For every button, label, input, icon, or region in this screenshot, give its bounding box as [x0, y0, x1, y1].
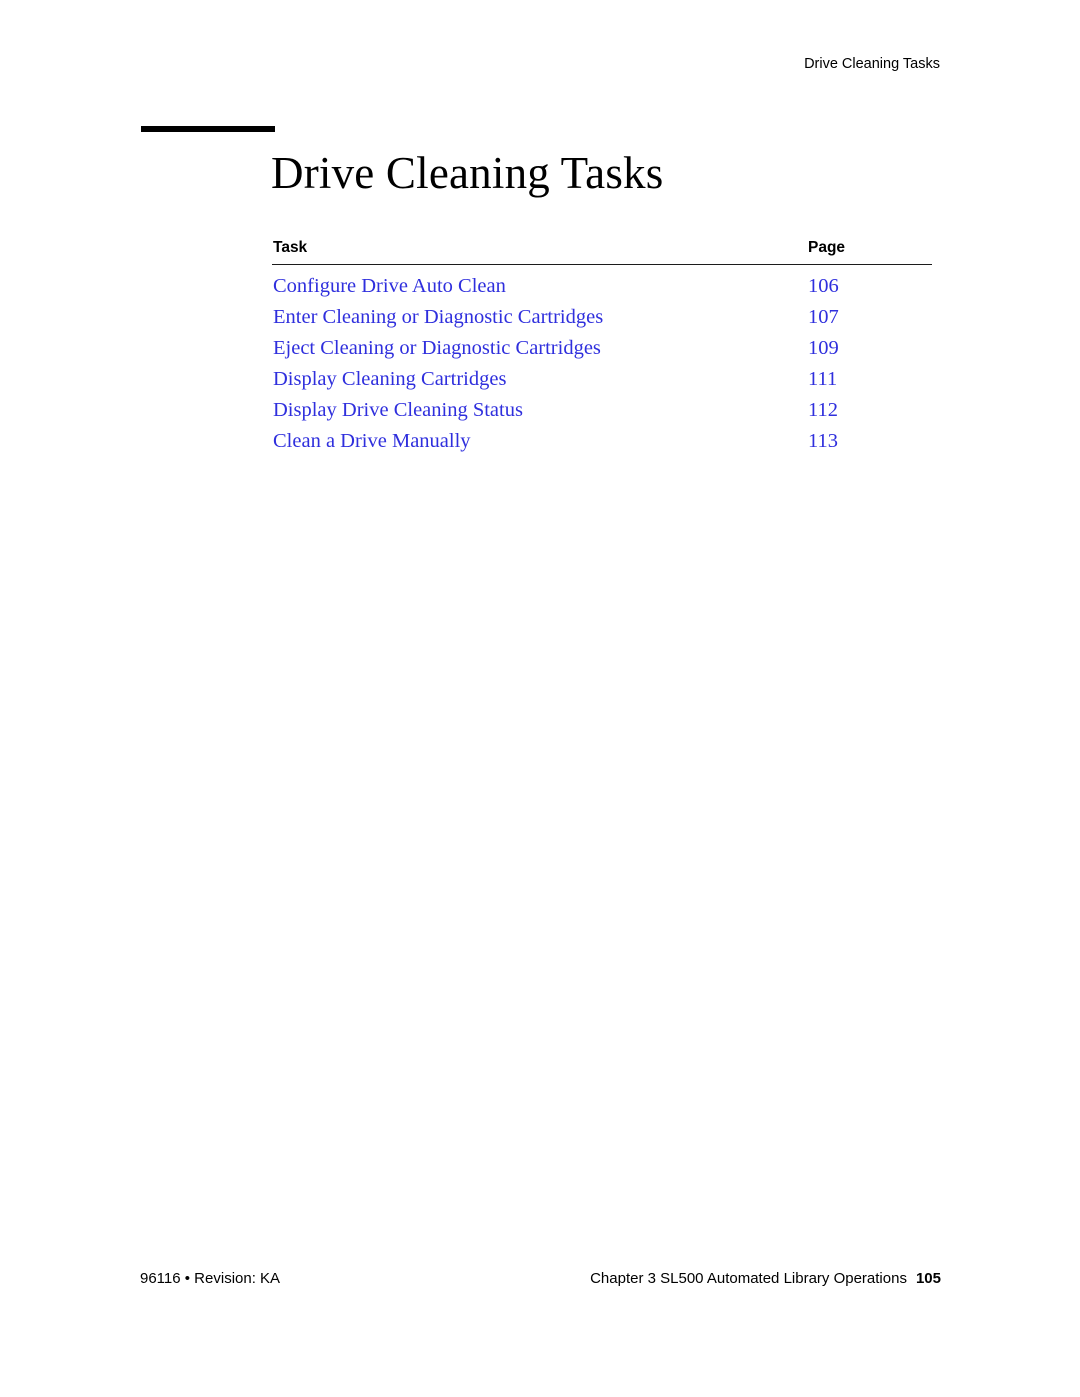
- task-page-number[interactable]: 113: [808, 428, 838, 455]
- task-link[interactable]: Clean a Drive Manually: [273, 428, 471, 455]
- column-header-task: Task: [273, 239, 308, 256]
- task-link[interactable]: Enter Cleaning or Diagnostic Cartridges: [273, 304, 603, 331]
- column-header-page: Page: [808, 239, 846, 256]
- footer-chapter-block: Chapter 3 SL500 Automated Library Operat…: [590, 1269, 941, 1289]
- running-footer: 96116 • Revision: KA Chapter 3 SL500 Aut…: [140, 1269, 941, 1289]
- task-page-number[interactable]: 107: [808, 304, 839, 331]
- task-link[interactable]: Display Drive Cleaning Status: [273, 397, 523, 424]
- task-page-number[interactable]: 109: [808, 335, 839, 362]
- table-row: Eject Cleaning or Diagnostic Cartridges …: [272, 335, 932, 366]
- footer-page-number: 105: [915, 1270, 941, 1287]
- table-body: Configure Drive Auto Clean 106 Enter Cle…: [272, 265, 932, 459]
- title-rule: [141, 126, 275, 132]
- table-row: Display Cleaning Cartridges 111: [272, 366, 932, 397]
- table-header-row: Task Page: [272, 238, 932, 265]
- task-page-number[interactable]: 111: [808, 366, 837, 393]
- footer-chapter-label: Chapter 3 SL500 Automated Library Operat…: [590, 1270, 907, 1287]
- table-row: Enter Cleaning or Diagnostic Cartridges …: [272, 304, 932, 335]
- document-page: Drive Cleaning Tasks Drive Cleaning Task…: [0, 0, 1080, 1397]
- table-row: Clean a Drive Manually 113: [272, 428, 932, 459]
- task-link[interactable]: Eject Cleaning or Diagnostic Cartridges: [273, 335, 601, 362]
- running-header: Drive Cleaning Tasks: [804, 56, 940, 72]
- task-link[interactable]: Display Cleaning Cartridges: [273, 366, 506, 393]
- task-page-number[interactable]: 106: [808, 273, 839, 300]
- task-page-number[interactable]: 112: [808, 397, 838, 424]
- task-page-table: Task Page Configure Drive Auto Clean 106…: [272, 238, 932, 459]
- footer-document-id: 96116 • Revision: KA: [140, 1270, 281, 1287]
- page-title: Drive Cleaning Tasks: [271, 148, 664, 198]
- table-row: Configure Drive Auto Clean 106: [272, 273, 932, 304]
- task-link[interactable]: Configure Drive Auto Clean: [273, 273, 506, 300]
- table-row: Display Drive Cleaning Status 112: [272, 397, 932, 428]
